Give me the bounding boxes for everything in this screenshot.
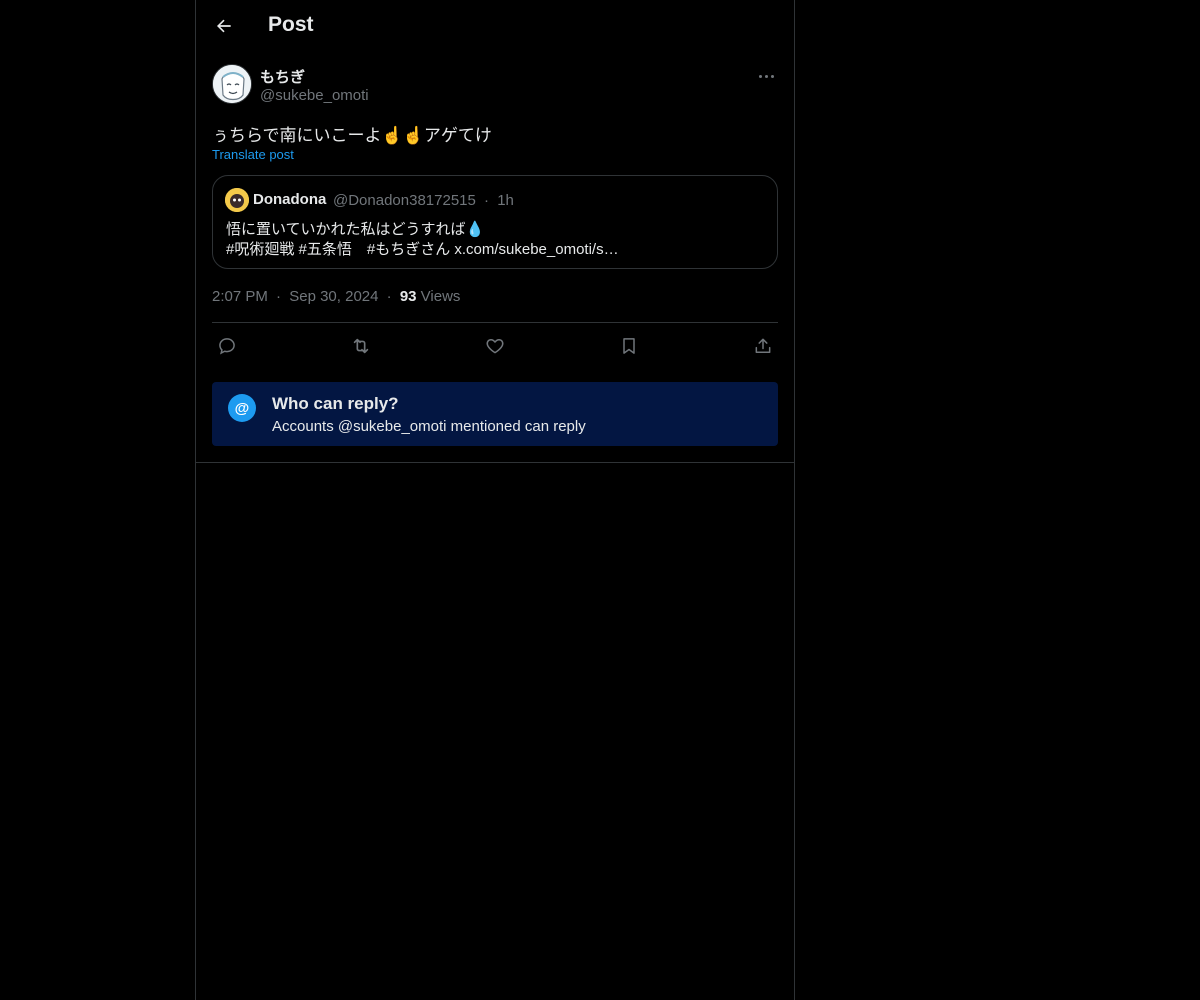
at-sign-icon: @ (228, 394, 256, 422)
share-button[interactable] (751, 334, 775, 358)
quoted-author-handle[interactable]: @Donadon38172515 (333, 192, 476, 209)
divider (212, 322, 778, 323)
reply-icon (219, 338, 235, 355)
reply-button[interactable] (215, 334, 239, 358)
quoted-meta: @Donadon38172515 · 1h (333, 192, 514, 209)
action-bar (212, 334, 778, 358)
views-label: Views (420, 288, 461, 305)
post-timestamp: 2:07 PM · Sep 30, 2024 · 93 Views (212, 288, 460, 305)
quoted-time[interactable]: 1h (497, 192, 514, 209)
post-text: ぅちらで南にいこーよ☝️☝️アゲてけ (212, 126, 492, 145)
back-button[interactable] (208, 10, 240, 42)
repost-button[interactable] (349, 334, 373, 358)
quoted-text-line: 悟に置いていかれた私はどうすれば💧 (226, 221, 485, 238)
more-icon[interactable] (754, 66, 778, 86)
author-name[interactable]: もちぎ (260, 66, 305, 87)
quoted-author-name[interactable]: Donadona (253, 191, 326, 208)
author-handle[interactable]: @sukebe_omoti (260, 87, 369, 104)
quoted-text-line: #呪術廻戦 #五条悟 #もちぎさん x.com/sukebe_omoti/s… (226, 241, 619, 258)
page-title: Post (268, 13, 314, 36)
arrow-left-icon (217, 19, 231, 33)
reply-restriction-notice: @ Who can reply? Accounts @sukebe_omoti … (212, 382, 778, 446)
meta-separator: · (484, 192, 490, 209)
quoted-avatar[interactable] (225, 188, 249, 212)
heart-icon (486, 339, 504, 354)
primary-column: Post もちぎ @sukebe_omoti ぅちらで南にいこーよ☝️☝️アゲて… (195, 0, 795, 1000)
bookmark-icon (623, 338, 635, 354)
translate-post-link[interactable]: Translate post (212, 147, 294, 162)
like-button[interactable] (483, 334, 507, 358)
share-icon (755, 338, 771, 353)
page-header: Post (196, 0, 794, 53)
post-date[interactable]: Sep 30, 2024 (289, 288, 378, 305)
divider (196, 462, 794, 463)
post-time[interactable]: 2:07 PM (212, 288, 268, 305)
reply-restriction-subtitle: Accounts @sukebe_omoti mentioned can rep… (272, 418, 586, 435)
repost-icon (353, 338, 369, 354)
meta-separator: · (276, 288, 282, 305)
bookmark-button[interactable] (617, 334, 641, 358)
quoted-post[interactable]: Donadona @Donadon38172515 · 1h 悟に置いていかれた… (212, 175, 778, 269)
views-count: 93 (399, 288, 417, 305)
meta-separator: · (386, 288, 392, 305)
avatar[interactable] (212, 64, 252, 104)
reply-restriction-title: Who can reply? (272, 394, 399, 413)
